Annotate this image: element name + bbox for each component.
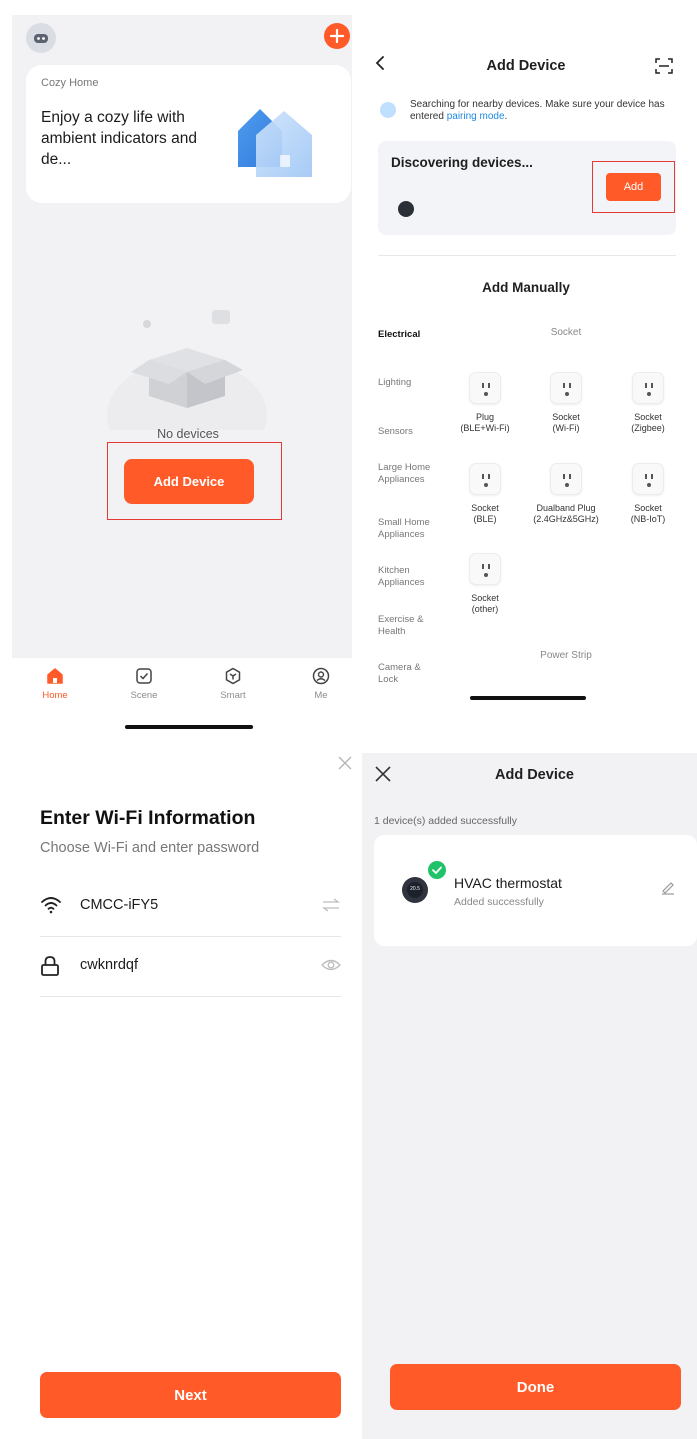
wifi-screen: Enter Wi-Fi Information Choose Wi-Fi and…: [0, 745, 362, 1439]
thermostat-icon: 20.5: [402, 877, 428, 903]
home-indicator: [470, 696, 586, 700]
tab-scene[interactable]: Scene: [114, 666, 174, 701]
divider: [378, 255, 676, 256]
add-plus-button[interactable]: [324, 23, 350, 49]
wifi-ssid: CMCC-iFY5: [80, 897, 159, 913]
socket-icon: [632, 463, 664, 495]
wifi-password-field[interactable]: cwknrdqf: [80, 957, 138, 973]
wifi-ssid-row[interactable]: CMCC-iFY5: [40, 877, 341, 937]
device-added-screen: Add Device 1 device(s) added successfull…: [362, 753, 697, 1439]
tab-label: Scene: [130, 690, 158, 701]
category-large-home-appliances[interactable]: Large Home Appliances: [378, 462, 436, 486]
category-lighting[interactable]: Lighting: [378, 377, 448, 389]
tab-bar: Home Scene Smart Me: [12, 658, 352, 715]
discovering-title: Discovering devices...: [391, 155, 533, 170]
next-button[interactable]: Next: [40, 1372, 341, 1418]
switch-network-icon[interactable]: [321, 897, 341, 913]
section-socket: Socket: [550, 327, 582, 338]
tab-smart[interactable]: Smart: [203, 666, 263, 701]
tab-label: Me: [314, 690, 328, 701]
scan-icon[interactable]: [654, 56, 674, 76]
lock-icon: [41, 956, 59, 976]
socket-icon: [632, 372, 664, 404]
home-indicator: [125, 725, 253, 729]
category-exercise-health[interactable]: Exercise & Health: [378, 614, 426, 638]
device-item[interactable]: Socket (other): [450, 553, 520, 615]
category-camera-lock[interactable]: Camera & Lock: [378, 662, 426, 686]
search-hint: Searching for nearby devices. Make sure …: [410, 99, 665, 122]
wifi-heading: Enter Wi-Fi Information: [40, 807, 256, 829]
home-message: Enjoy a cozy life with ambient indicator…: [41, 109, 197, 168]
thermostat-reading: 20.5: [410, 886, 420, 892]
device-name: HVAC thermostat: [454, 875, 562, 891]
plus-icon: [329, 28, 345, 44]
success-count: 1 device(s) added successfully: [374, 815, 517, 827]
done-button[interactable]: Done: [390, 1364, 681, 1410]
category-electrical[interactable]: Electrical: [378, 329, 448, 341]
pairing-mode-link[interactable]: pairing mode: [447, 111, 505, 122]
avatar[interactable]: [26, 23, 56, 53]
device-item[interactable]: Socket (Zigbee): [613, 372, 683, 434]
discovered-device-icon[interactable]: [398, 201, 414, 217]
empty-state-text: No devices: [157, 427, 219, 441]
category-sensors[interactable]: Sensors: [378, 426, 448, 438]
socket-icon: [550, 372, 582, 404]
device-item[interactable]: Socket (BLE): [450, 463, 520, 525]
socket-icon: [550, 463, 582, 495]
tab-me[interactable]: Me: [291, 666, 351, 701]
category-small-home-appliances[interactable]: Small Home Appliances: [378, 517, 440, 541]
add-device-screen: Add Device Searching for nearby devices.…: [362, 44, 697, 709]
tab-home[interactable]: Home: [25, 666, 85, 701]
wifi-subheading: Choose Wi-Fi and enter password: [40, 840, 260, 856]
scene-icon: [136, 668, 152, 684]
smart-icon: [225, 667, 241, 685]
device-item[interactable]: Plug (BLE+Wi-Fi): [450, 372, 520, 434]
tab-label: Smart: [220, 690, 246, 701]
add-manually-title: Add Manually: [482, 280, 570, 295]
tab-label: Home: [42, 690, 68, 701]
home-icon: [47, 668, 63, 684]
device-item[interactable]: Socket (NB-IoT): [613, 463, 683, 525]
added-device-card[interactable]: 20.5 HVAC thermostat Added successfully: [374, 835, 697, 946]
profile-icon: [312, 667, 330, 685]
edit-pencil-icon[interactable]: [660, 879, 676, 895]
socket-icon: [469, 463, 501, 495]
page-title: Add Device: [495, 767, 574, 783]
category-kitchen-appliances[interactable]: Kitchen Appliances: [378, 565, 440, 589]
page-title: Add Device: [486, 58, 566, 74]
socket-icon: [469, 372, 501, 404]
home-name: Cozy Home: [41, 77, 99, 89]
home-screen: Cozy Home Enjoy a cozy life with ambient…: [12, 15, 352, 715]
highlight-box: [107, 442, 282, 520]
empty-box-illustration-icon: [107, 310, 267, 430]
wifi-icon: [41, 897, 61, 914]
house-illustration-icon: [238, 109, 312, 177]
highlight-box: [592, 161, 675, 213]
device-item[interactable]: Socket (Wi-Fi): [531, 372, 601, 434]
section-power-strip: Power Strip: [540, 650, 592, 661]
device-status: Added successfully: [454, 896, 544, 908]
eye-icon[interactable]: [321, 957, 341, 973]
wifi-password-row[interactable]: cwknrdqf: [40, 937, 341, 997]
close-icon[interactable]: [337, 755, 353, 771]
searching-spinner-icon: [380, 102, 396, 118]
success-check-icon: [428, 861, 446, 879]
socket-icon: [469, 553, 501, 585]
home-card[interactable]: Cozy Home Enjoy a cozy life with ambient…: [26, 65, 351, 203]
device-item[interactable]: Dualband Plug (2.4GHz&5GHz): [526, 463, 606, 525]
